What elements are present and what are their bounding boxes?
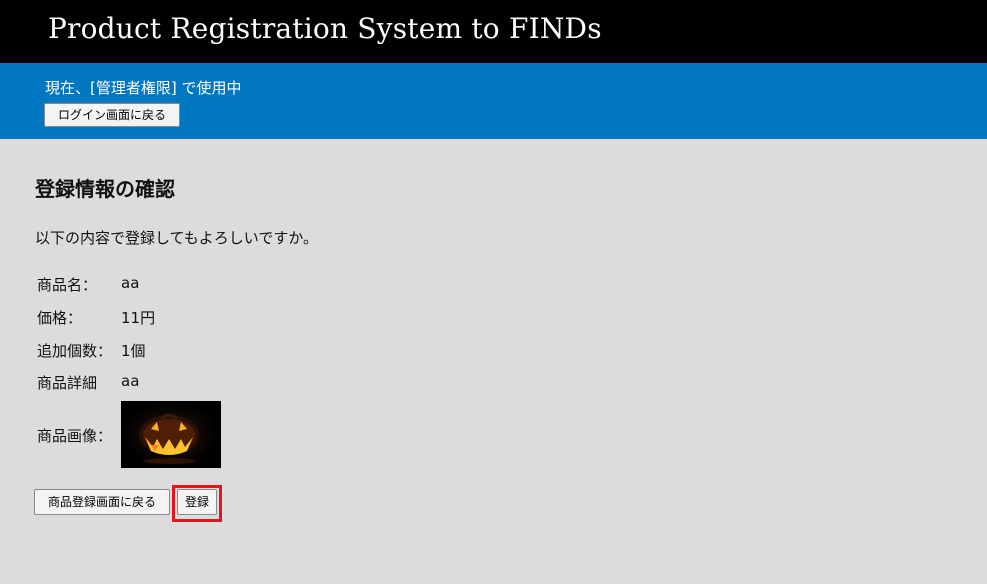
register-button[interactable]: 登録	[177, 489, 217, 515]
product-name-value: aa	[121, 274, 140, 292]
user-status-text: 現在、[管理者権限] で使用中	[45, 79, 242, 97]
header-bar: Product Registration System to FINDs	[0, 0, 987, 63]
app-title: Product Registration System to FINDs	[48, 12, 602, 45]
product-name-label: 商品名：	[37, 276, 98, 294]
price-value: 11円	[121, 309, 156, 327]
confirmation-message: 以下の内容で登録してもよろしいですか。	[35, 229, 319, 247]
user-status-bar: 現在、[管理者権限] で使用中 ログイン画面に戻る	[0, 63, 987, 139]
page-title: 登録情報の確認	[35, 177, 175, 201]
jack-o-lantern-image	[139, 413, 199, 464]
product-image-label: 商品画像：	[37, 427, 113, 445]
product-detail-label: 商品詳細	[37, 374, 98, 392]
back-to-product-registration-button[interactable]: 商品登録画面に戻る	[34, 489, 170, 515]
back-to-login-button[interactable]: ログイン画面に戻る	[44, 103, 180, 127]
price-label: 価格：	[37, 309, 83, 327]
quantity-label: 追加個数：	[37, 342, 113, 360]
product-detail-value: aa	[121, 372, 140, 390]
product-image-thumbnail	[121, 401, 221, 468]
quantity-value: 1個	[121, 342, 146, 360]
